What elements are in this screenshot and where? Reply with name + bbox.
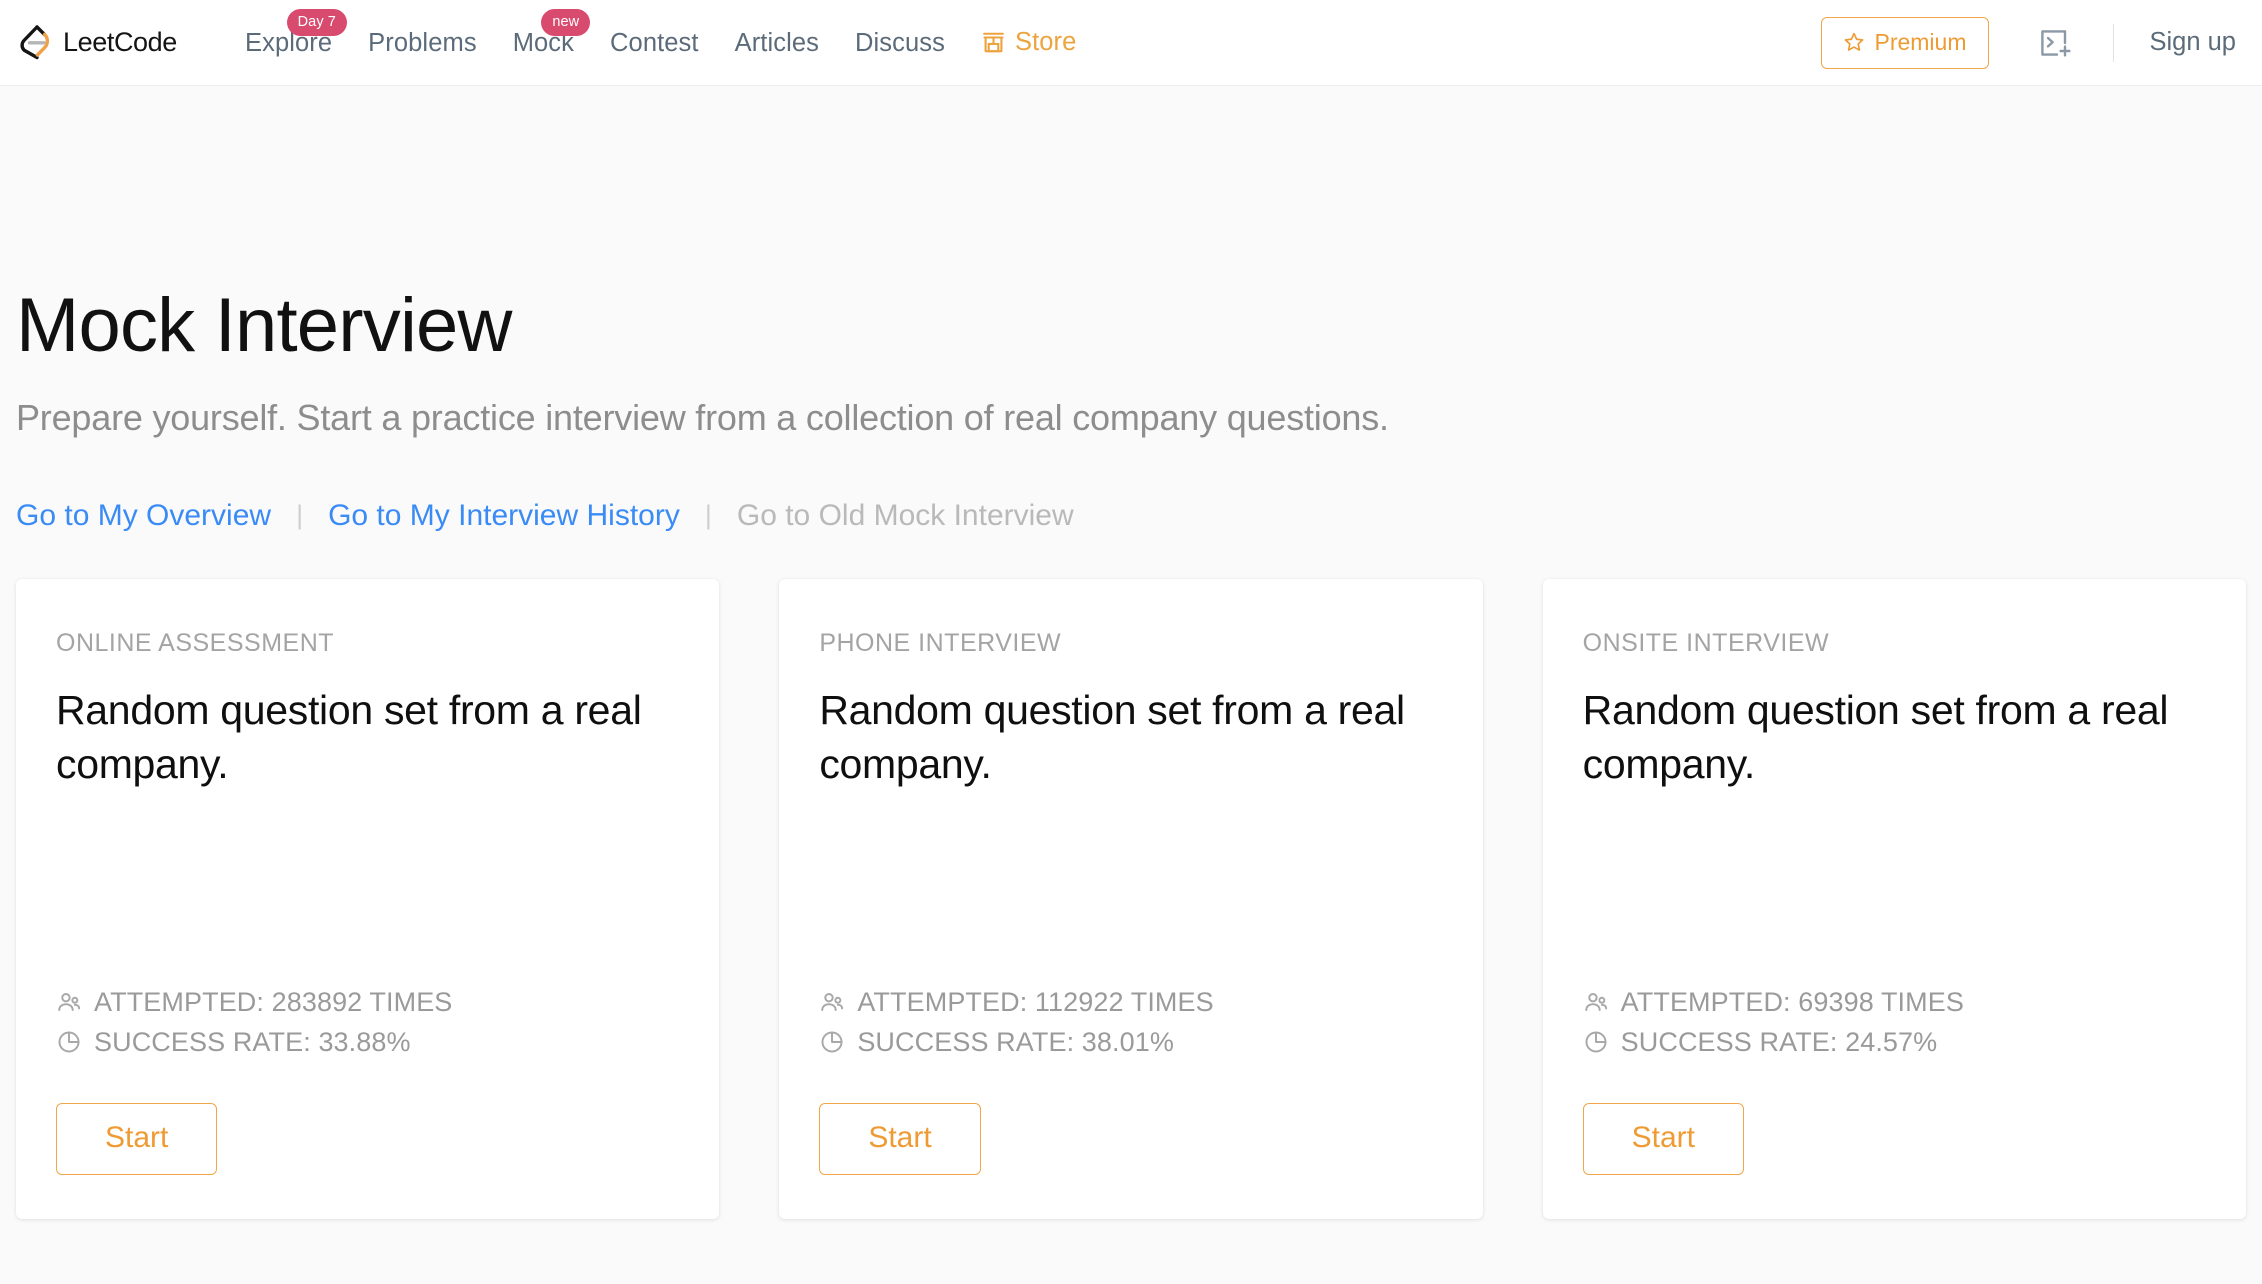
nav-right-group: Premium Sign up (1821, 0, 2236, 85)
interview-card-online-assessment: ONLINE ASSESSMENT Random question set fr… (16, 578, 720, 1219)
nav-item-store[interactable]: Store (963, 0, 1094, 86)
card-kicker: ONSITE INTERVIEW (1582, 628, 1830, 657)
interview-card-phone-interview: PHONE INTERVIEW Random question set from… (779, 578, 1483, 1219)
card-success-rate-stat: SUCCESS RATE: 24.57% (1583, 1027, 2206, 1058)
card-attempted-label: ATTEMPTED: 69398 TIMES (1620, 986, 1964, 1017)
link-go-to-old-mock-interview[interactable]: Go to Old Mock Interview (737, 499, 1074, 533)
page-title: Mock Interview (16, 283, 512, 368)
star-icon-svg (1845, 32, 1864, 51)
card-spacer (819, 791, 1442, 987)
nav-item-problems-label: Problems (368, 28, 477, 57)
pie-chart-icon (56, 1029, 82, 1055)
nav-item-articles[interactable]: Articles (717, 0, 837, 86)
people-icon (1583, 989, 1609, 1015)
card-attempted-label: ATTEMPTED: 283892 TIMES (94, 986, 453, 1017)
console-plus-icon (2039, 28, 2073, 58)
quick-links-row: Go to My Overview | Go to My Interview H… (16, 499, 2246, 533)
card-title: Random question set from a real company. (1582, 686, 2169, 787)
sign-up-link[interactable]: Sign up (2150, 28, 2237, 57)
card-success-rate-label: SUCCESS RATE: 33.88% (94, 1026, 411, 1057)
leetcode-logo-link[interactable]: LeetCode (14, 22, 191, 64)
card-title: Random question set from a real company. (819, 686, 1405, 787)
nav-item-discuss-label: Discuss (855, 28, 945, 57)
console-plus-button[interactable] (2035, 24, 2077, 62)
people-icon-svg (1584, 993, 1607, 1012)
pie-chart-icon-svg (821, 1031, 843, 1053)
nav-item-contest-label: Contest (610, 28, 699, 57)
card-success-rate-label: SUCCESS RATE: 24.57% (1620, 1026, 1938, 1057)
card-kicker: PHONE INTERVIEW (819, 628, 1062, 657)
card-title: Random question set from a real company. (56, 686, 642, 787)
card-success-rate-stat: SUCCESS RATE: 38.01% (819, 1027, 1442, 1058)
star-icon (1843, 31, 1865, 53)
nav-badge-new: new (541, 8, 591, 36)
card-attempted-stat: ATTEMPTED: 112922 TIMES (819, 987, 1442, 1018)
people-icon-svg (821, 993, 844, 1012)
card-attempted-stat: ATTEMPTED: 69398 TIMES (1583, 987, 2206, 1018)
store-icon (981, 30, 1006, 55)
nav-divider (2112, 23, 2114, 62)
card-attempted-stat: ATTEMPTED: 283892 TIMES (56, 987, 679, 1018)
link-separator: | (704, 500, 712, 531)
interview-cards-row: ONLINE ASSESSMENT Random question set fr… (16, 578, 2246, 1219)
premium-button-label: Premium (1874, 28, 1967, 55)
top-navbar: LeetCode Explore Day 7 Problems Mock new… (0, 0, 2262, 86)
nav-badge-day7: Day 7 (286, 8, 347, 36)
svg-text:LeetCode: LeetCode (63, 27, 177, 57)
nav-left-group: LeetCode Explore Day 7 Problems Mock new… (14, 0, 1094, 85)
leetcode-wordmark: LeetCode (63, 25, 191, 59)
leetcode-logo-icon (14, 22, 54, 62)
nav-item-explore[interactable]: Explore Day 7 (227, 0, 350, 86)
link-go-to-my-interview-history[interactable]: Go to My Interview History (328, 499, 680, 533)
nav-item-mock[interactable]: Mock new (495, 0, 592, 86)
pie-chart-icon (1583, 1029, 1609, 1055)
start-button[interactable]: Start (1582, 1102, 1745, 1175)
card-spacer (56, 791, 679, 987)
card-success-rate-stat: SUCCESS RATE: 33.88% (56, 1027, 679, 1058)
leetcode-logo-icon-svg (20, 24, 50, 59)
store-icon-svg (983, 32, 1004, 53)
nav-item-store-label: Store (1014, 28, 1077, 56)
link-separator: | (296, 500, 304, 531)
leetcode-wordmark-svg: LeetCode (63, 27, 177, 57)
interview-card-onsite-interview: ONSITE INTERVIEW Random question set fro… (1542, 578, 2246, 1219)
people-icon (56, 989, 82, 1015)
premium-button[interactable]: Premium (1821, 16, 1989, 69)
card-success-rate-label: SUCCESS RATE: 38.01% (857, 1026, 1174, 1057)
card-kicker: ONLINE ASSESSMENT (56, 628, 335, 657)
nav-item-contest[interactable]: Contest (592, 0, 717, 86)
link-go-to-my-overview[interactable]: Go to My Overview (16, 499, 271, 533)
card-attempted-label: ATTEMPTED: 112922 TIMES (857, 986, 1214, 1017)
pie-chart-icon-svg (1585, 1031, 1607, 1053)
nav-item-discuss[interactable]: Discuss (837, 0, 963, 86)
people-icon-svg (58, 993, 81, 1012)
pie-chart-icon-svg (58, 1031, 80, 1053)
card-spacer (1583, 791, 2206, 987)
page-content: Mock Interview Prepare yourself. Start a… (16, 86, 2246, 1219)
nav-menu: Explore Day 7 Problems Mock new Contest … (227, 0, 1094, 85)
page-subtitle: Prepare yourself. Start a practice inter… (16, 396, 1389, 438)
nav-item-problems[interactable]: Problems (350, 0, 495, 86)
pie-chart-icon (819, 1029, 845, 1055)
page-body: Mock Interview Prepare yourself. Start a… (0, 86, 2262, 1284)
console-plus-icon-svg (2040, 29, 2071, 57)
start-button[interactable]: Start (819, 1102, 981, 1175)
start-button[interactable]: Start (56, 1102, 218, 1175)
nav-item-articles-label: Articles (734, 28, 820, 57)
people-icon (819, 989, 845, 1015)
